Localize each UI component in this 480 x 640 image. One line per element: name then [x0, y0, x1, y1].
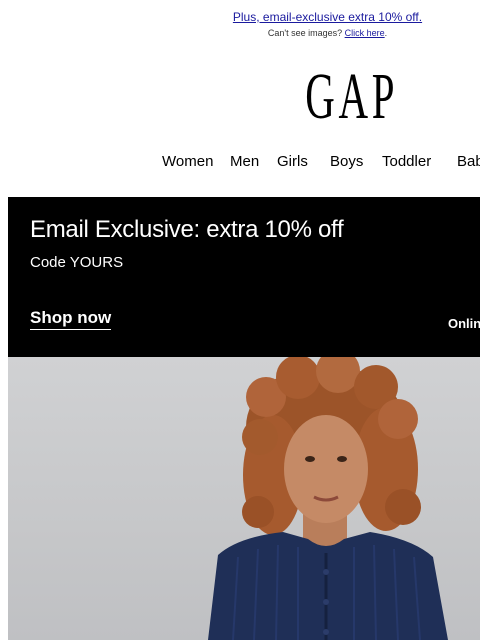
cardigan-button — [323, 629, 329, 635]
email-exclusive-banner[interactable]: Email Exclusive: extra 10% off Code YOUR… — [8, 197, 480, 357]
face-shape — [284, 415, 368, 523]
nav-item-boys[interactable]: Boys — [330, 152, 363, 172]
left-eye — [305, 456, 315, 462]
hero-photo-illustration — [208, 357, 448, 640]
cardigan-button — [323, 599, 329, 605]
promo-link[interactable]: Plus, email-exclusive extra 10% off. — [175, 10, 480, 24]
nav-item-men[interactable]: Men — [230, 152, 259, 172]
nav-item-girls[interactable]: Girls — [277, 152, 308, 172]
preheader: Plus, email-exclusive extra 10% off. Can… — [175, 10, 480, 39]
nav-item-baby[interactable]: Baby — [457, 152, 480, 172]
cant-see-period: . — [384, 28, 388, 38]
promo-code: Code YOURS — [30, 254, 124, 271]
cant-see-text: Can't see images? — [267, 28, 343, 38]
nav-item-women[interactable]: Women — [162, 152, 213, 172]
shop-now-link[interactable]: Shop now — [30, 308, 112, 330]
category-nav: Women Men Girls Boys Toddler Baby — [0, 152, 480, 172]
gap-logo[interactable]: GAP — [305, 64, 394, 130]
right-eye — [337, 456, 347, 462]
hero-image[interactable] — [8, 357, 480, 640]
click-here-link[interactable]: Click here — [345, 28, 385, 38]
nav-item-toddler[interactable]: Toddler — [382, 152, 431, 172]
online-label: Online — [448, 316, 480, 331]
banner-headline: Email Exclusive: extra 10% off — [30, 216, 344, 243]
cardigan-shape — [208, 532, 448, 640]
cardigan-button — [323, 569, 329, 575]
view-in-browser-line: Can't see images? Click here. — [175, 28, 480, 39]
